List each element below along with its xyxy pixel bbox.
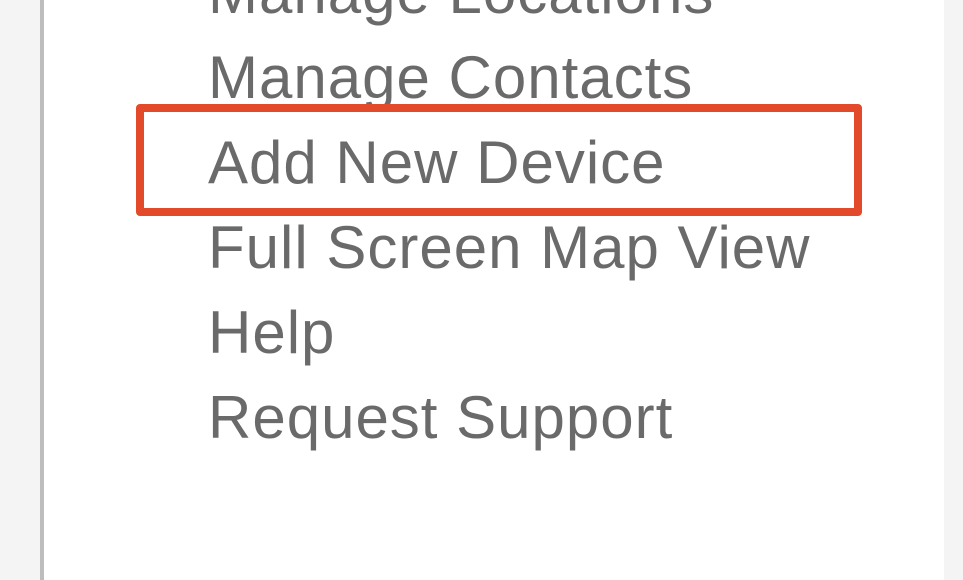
- menu-item-manage-contacts[interactable]: Manage Contacts: [200, 35, 960, 120]
- menu-item-help[interactable]: Help: [200, 290, 960, 375]
- menu-item-add-new-device[interactable]: Add New Device: [200, 120, 960, 205]
- menu-item-request-support[interactable]: Request Support: [200, 375, 960, 460]
- menu-item-manage-locations[interactable]: Manage Locations: [200, 0, 960, 35]
- main-menu: Manage Locations Manage Contacts Add New…: [200, 0, 960, 460]
- menu-item-full-screen-map[interactable]: Full Screen Map View: [200, 205, 960, 290]
- screenshot-root: Manage Locations Manage Contacts Add New…: [0, 0, 963, 578]
